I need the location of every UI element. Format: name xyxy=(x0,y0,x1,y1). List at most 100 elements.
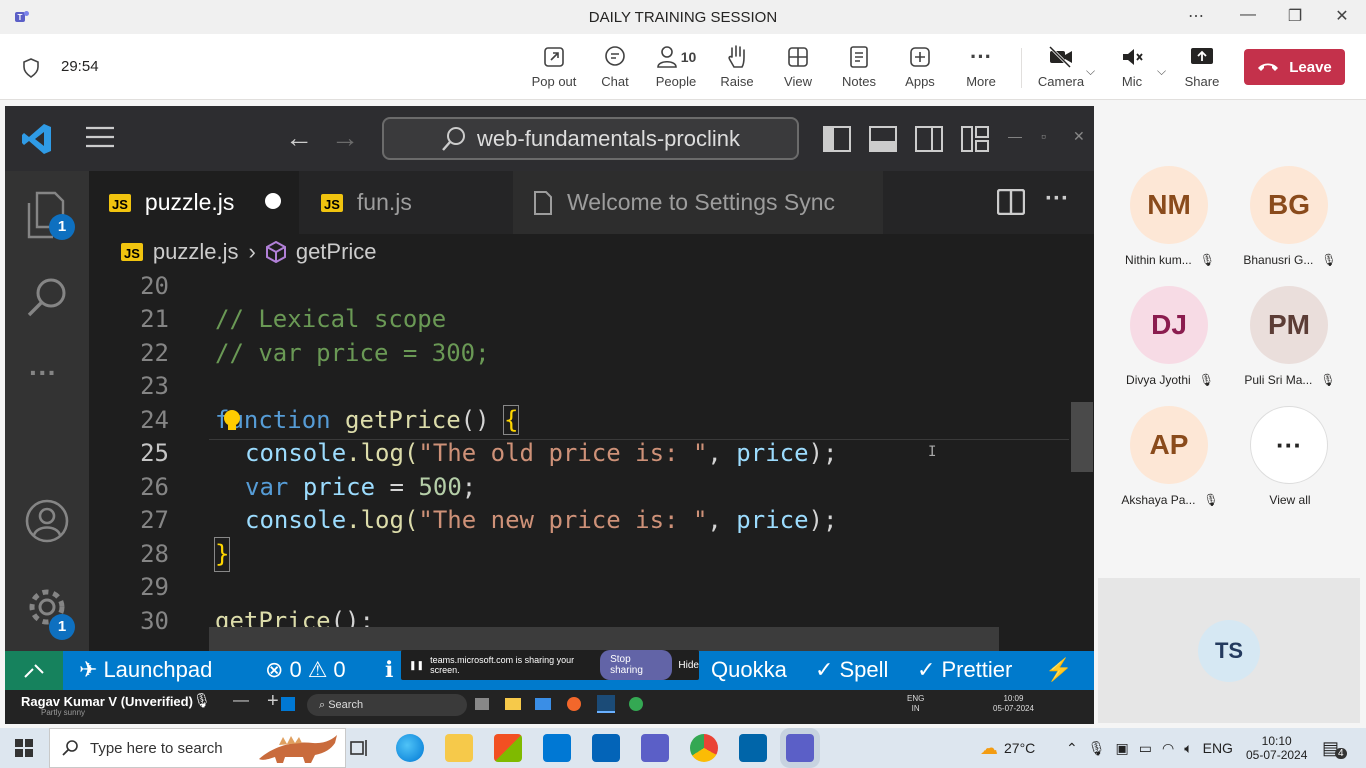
grid-view-icon xyxy=(788,47,808,67)
taskbar-clock[interactable]: 10:10 05-07-2024 xyxy=(1246,728,1307,768)
popout-icon xyxy=(544,47,564,67)
notifications-bell-icon[interactable]: ⚡ xyxy=(1045,657,1072,683)
mic-options-icon[interactable]: ⌵ xyxy=(1157,64,1166,79)
vertical-scrollbar[interactable] xyxy=(1071,402,1093,472)
chrome-icon[interactable] xyxy=(690,734,718,762)
launchpad-item[interactable]: ✈ Launchpad xyxy=(79,657,212,683)
chevron-up-icon[interactable]: ⌃ xyxy=(1066,740,1078,757)
toggle-secondary-sidebar-icon[interactable] xyxy=(915,126,943,152)
view-button[interactable]: View xyxy=(770,44,826,89)
tab-puzzle-js[interactable]: JS puzzle.js xyxy=(89,171,299,234)
people-button[interactable]: 10 People xyxy=(648,44,704,89)
breadcrumb-symbol[interactable]: getPrice xyxy=(296,239,377,265)
vscode-minimize-button[interactable]: — xyxy=(1008,128,1022,144)
weather-widget[interactable]: ☁ 27°C xyxy=(980,728,1035,768)
edge-icon[interactable] xyxy=(396,734,424,762)
customize-layout-icon[interactable] xyxy=(961,126,989,152)
participant-name: Nithin kum... 🎙︎ xyxy=(1110,253,1230,267)
store-icon[interactable] xyxy=(494,734,522,762)
more-dots-icon: ··· xyxy=(1276,429,1302,460)
quokka-item[interactable]: Quokka xyxy=(711,657,787,683)
horizontal-scrollbar[interactable] xyxy=(209,627,999,651)
vscode-icon[interactable] xyxy=(739,734,767,762)
more-button[interactable]: ··· More xyxy=(953,44,1009,89)
popout-button[interactable]: Pop out xyxy=(526,44,582,89)
stop-sharing-button[interactable]: Stop sharing xyxy=(600,650,673,680)
teams-icon[interactable] xyxy=(641,734,669,762)
zoom-in-icon[interactable]: + xyxy=(267,690,279,713)
wifi-icon[interactable]: ◠ xyxy=(1162,740,1174,757)
zoom-out-icon[interactable]: — xyxy=(233,692,249,710)
accounts-button[interactable] xyxy=(25,499,69,548)
remote-indicator[interactable] xyxy=(5,651,63,690)
search-view-button[interactable] xyxy=(25,275,69,324)
window-title: DAILY TRAINING SESSION xyxy=(588,9,778,26)
participant-avatar[interactable]: BG xyxy=(1250,166,1328,244)
language-indicator[interactable]: ENG xyxy=(1203,740,1233,756)
view-all-button[interactable]: ··· xyxy=(1250,406,1328,484)
breadcrumb-file[interactable]: puzzle.js xyxy=(153,239,239,265)
raise-hand-button[interactable]: Raise xyxy=(709,44,765,89)
mail-icon[interactable] xyxy=(543,734,571,762)
problems-item[interactable]: ⊗ 0 ⚠ 0 xyxy=(265,657,346,683)
minimize-button[interactable]: — xyxy=(1236,6,1260,24)
broadcast-icon[interactable]: ℹ xyxy=(385,657,393,683)
toggle-panel-icon[interactable] xyxy=(869,126,897,152)
teams-active-icon[interactable] xyxy=(786,734,814,762)
camera-in-use-icon[interactable]: ▣ xyxy=(1116,740,1129,757)
hide-button[interactable]: Hide xyxy=(678,660,699,671)
command-center-search[interactable]: web-fundamentals-proclink xyxy=(382,117,799,160)
menu-icon[interactable] xyxy=(85,126,115,153)
mic-button[interactable]: Mic xyxy=(1104,44,1160,89)
apps-button[interactable]: Apps xyxy=(892,44,948,89)
vscode-maximize-button[interactable]: ▫ xyxy=(1041,128,1046,144)
leave-button[interactable]: Leave xyxy=(1244,49,1345,85)
lightbulb-icon[interactable] xyxy=(222,409,242,433)
volume-icon[interactable]: 🔈︎ xyxy=(1184,740,1192,757)
restore-button[interactable]: ❐ xyxy=(1283,6,1307,26)
editor-more-icon[interactable]: ··· xyxy=(1045,185,1069,213)
windows-start-icon[interactable] xyxy=(15,739,33,757)
self-video-tile[interactable]: TS xyxy=(1098,578,1360,723)
back-arrow-icon[interactable]: ← xyxy=(285,122,313,154)
forward-arrow-icon[interactable]: → xyxy=(331,122,359,154)
unsaved-dot-icon[interactable] xyxy=(265,193,281,209)
battery-icon[interactable]: ▭ xyxy=(1139,740,1152,757)
participant-avatar[interactable]: DJ xyxy=(1130,286,1208,364)
notification-center-button[interactable]: ▤ 4 xyxy=(1322,728,1347,768)
code-variable: price xyxy=(736,439,809,467)
mic-icon[interactable]: 🎙︎ xyxy=(1088,740,1106,757)
split-editor-icon[interactable] xyxy=(997,189,1025,215)
toggle-sidebar-icon[interactable] xyxy=(823,126,851,152)
clock-time: 10:10 xyxy=(1261,734,1292,748)
task-view-icon[interactable] xyxy=(350,738,370,763)
avatar-initials: DJ xyxy=(1151,309,1187,340)
mic-label: Mic xyxy=(1121,74,1143,89)
camera-button[interactable]: Camera xyxy=(1033,44,1089,89)
js-file-icon: JS xyxy=(109,193,131,212)
vscode-close-button[interactable]: ✕ xyxy=(1073,128,1085,145)
outlook-icon[interactable] xyxy=(592,734,620,762)
code-editor[interactable]: 20 21 // Lexical scope 22 // var price = 3… xyxy=(89,270,1089,651)
close-button[interactable]: ✕ xyxy=(1330,6,1354,26)
file-explorer-icon[interactable] xyxy=(445,734,473,762)
code-line: 21 // Lexical scope xyxy=(89,303,1089,336)
explorer-badge: 1 xyxy=(49,214,75,240)
spell-item[interactable]: ✓ Spell xyxy=(815,657,888,683)
prettier-item[interactable]: ✓ Prettier xyxy=(917,657,1012,683)
camera-options-icon[interactable]: ⌵ xyxy=(1086,64,1095,79)
self-avatar: TS xyxy=(1198,620,1260,682)
participant-avatar[interactable]: PM xyxy=(1250,286,1328,364)
participant-avatar[interactable]: AP xyxy=(1130,406,1208,484)
more-views-icon[interactable]: ··· xyxy=(29,357,57,389)
participant-avatar[interactable]: NM xyxy=(1130,166,1208,244)
view-all-text: View all xyxy=(1269,493,1311,507)
code-line: 27 console.log("The new price is: ", pric… xyxy=(89,504,1089,537)
share-button[interactable]: Share xyxy=(1174,44,1230,89)
chat-button[interactable]: Chat xyxy=(587,44,643,89)
tab-settings-sync[interactable]: Welcome to Settings Sync xyxy=(513,171,883,234)
more-options-icon[interactable]: ⋯ xyxy=(1184,6,1208,26)
notes-button[interactable]: Notes xyxy=(831,44,887,89)
tab-fun-js[interactable]: JS fun.js xyxy=(301,171,511,234)
taskbar-search[interactable]: Type here to search xyxy=(49,728,346,768)
